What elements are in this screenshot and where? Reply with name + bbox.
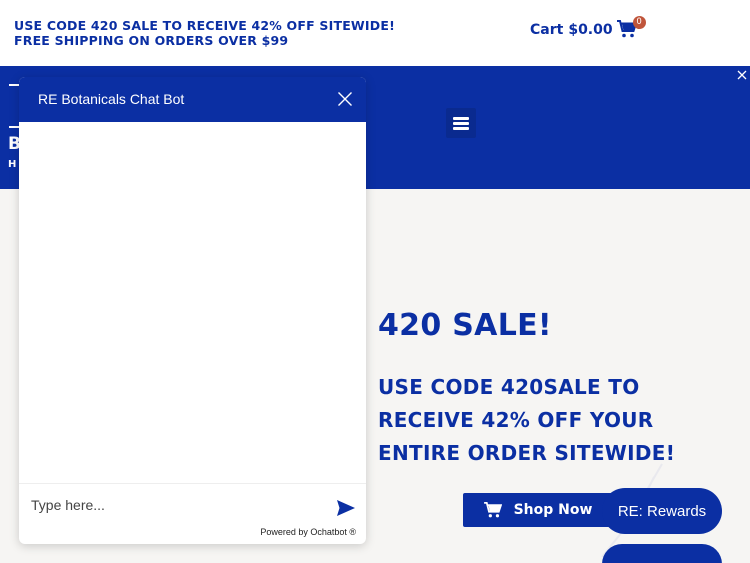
chat-widget: RE Botanicals Chat Bot Powered by Ochatb…	[19, 77, 366, 544]
chat-title: RE Botanicals Chat Bot	[38, 91, 185, 107]
hero-title: 420 SALE!	[378, 308, 552, 343]
close-icon[interactable]	[337, 91, 353, 107]
send-icon[interactable]	[336, 499, 356, 517]
cart-icon	[483, 502, 502, 518]
hero-subtitle: USE CODE 420SALE TO RECEIVE 42% OFF YOUR…	[378, 375, 676, 465]
promo-line-1: USE CODE 420 SALE TO RECEIVE 42% OFF SIT…	[14, 18, 395, 33]
chat-input[interactable]	[31, 494, 321, 516]
rewards-button[interactable]: RE: Rewards	[602, 488, 722, 534]
cart-label: Cart	[530, 22, 564, 38]
powered-by[interactable]: Powered by Ochatbot ®	[260, 527, 356, 537]
promo-text: USE CODE 420 SALE TO RECEIVE 42% OFF SIT…	[14, 18, 395, 48]
chat-messages	[19, 122, 366, 482]
shop-now-label: Shop Now	[513, 502, 593, 518]
promo-line-2: FREE SHIPPING ON ORDERS OVER $99	[14, 33, 289, 48]
cart-icon[interactable]: 0	[616, 16, 646, 40]
logo-letter[interactable]: H	[8, 159, 16, 170]
close-icon[interactable]	[737, 70, 747, 80]
chat-input-row	[19, 483, 366, 523]
cart-link[interactable]: Cart $0.00 0	[530, 16, 646, 40]
chat-header: RE Botanicals Chat Bot	[19, 77, 366, 122]
cart-count-badge: 0	[632, 16, 646, 29]
cart-total: $0.00	[568, 22, 613, 38]
secondary-pill-button[interactable]	[602, 544, 722, 563]
menu-button[interactable]	[446, 108, 476, 138]
announcement-bar: USE CODE 420 SALE TO RECEIVE 42% OFF SIT…	[0, 0, 750, 66]
hamburger-icon	[453, 117, 469, 130]
shop-now-button[interactable]: Shop Now	[463, 493, 613, 527]
